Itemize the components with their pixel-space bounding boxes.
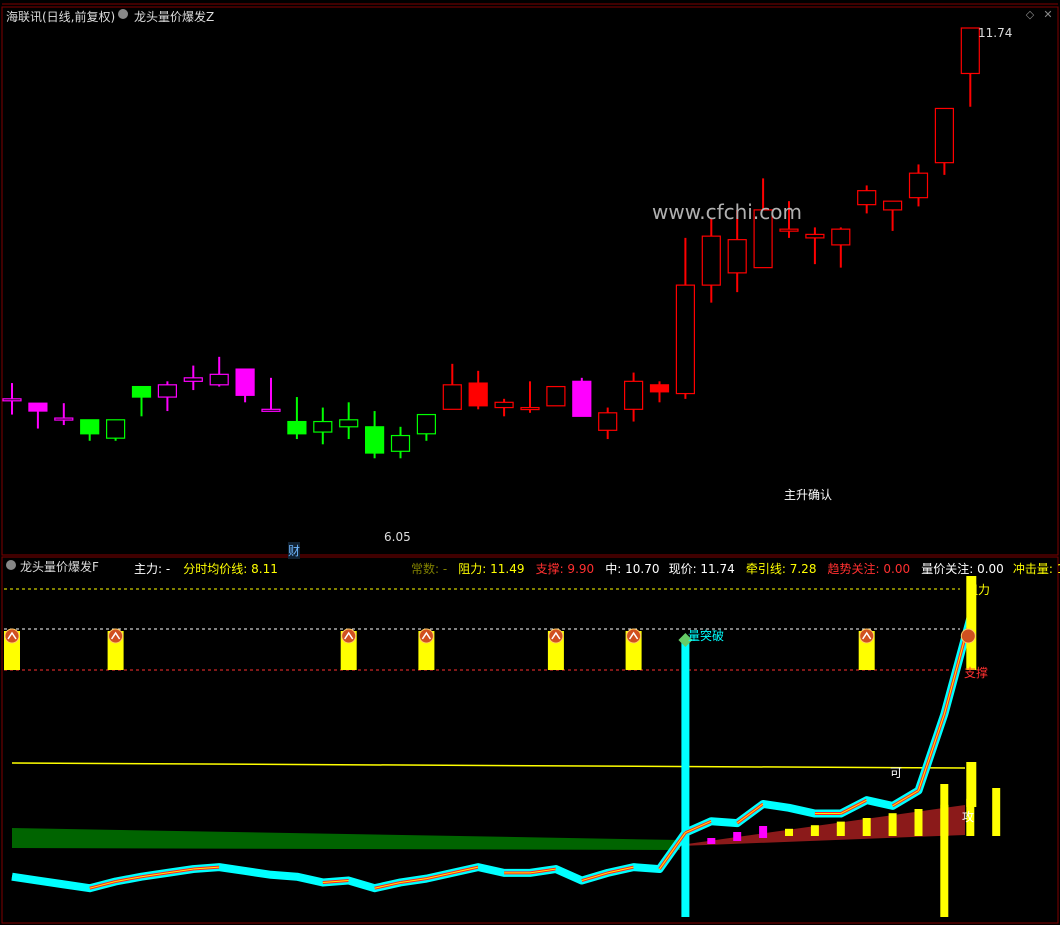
candle-body (882, 200, 903, 211)
candle-body (209, 373, 229, 386)
field-mid: 中: 10.70 (605, 562, 660, 576)
candle-body (960, 27, 980, 75)
indicator-menu-icon[interactable] (118, 9, 128, 19)
resistance-label: 阻力 (966, 583, 991, 597)
close-icon[interactable]: ✕ (1042, 9, 1054, 21)
high-price-label: 11.74 (978, 26, 1013, 40)
candle-body (80, 419, 100, 435)
candle-body (701, 235, 721, 286)
field-current-price: 现价: 11.74 (668, 562, 735, 576)
candle-body (520, 406, 540, 411)
chart-title: 海联讯(日线,前复权) (6, 10, 116, 24)
signal-arrow-icon (418, 628, 434, 644)
field-resistance: 阻力: 11.49 (458, 562, 525, 576)
watermark: www.cfchi.com (652, 200, 802, 224)
field-trend-watch: 趋势关注: 0.00 (827, 562, 911, 576)
candle-body (235, 368, 255, 396)
candle-body (157, 384, 177, 398)
candle-body (727, 239, 747, 274)
candle-body (857, 190, 877, 206)
main-line-core (918, 713, 945, 791)
momentum-square (733, 832, 742, 841)
candle-body (831, 228, 851, 246)
candle-body (572, 380, 592, 417)
end-signal-icon (960, 628, 976, 644)
impact-bar (836, 821, 845, 836)
main-line-core (736, 803, 764, 824)
candle-body (546, 385, 566, 407)
indicator-values-bar: 主力: - 分时均价线: 8.11 常数: - 阻力: 11.49 支撑: 9.… (134, 558, 1060, 576)
indicator-name-top[interactable]: 龙头量价爆发Z (134, 8, 214, 25)
candle-body (54, 417, 74, 421)
candle-body (287, 420, 307, 435)
candle-body (442, 384, 462, 410)
signal-arrow-icon (548, 628, 564, 644)
candle-body (598, 412, 618, 431)
impact-bar (888, 813, 897, 836)
field-traction-line: 牵引线: 7.28 (745, 562, 817, 576)
field-zhuli: 主力: - (134, 562, 171, 576)
candle-body (675, 284, 696, 395)
signal-arrow-icon (4, 628, 20, 644)
field-avg-price: 分时均价线: 8.11 (183, 562, 278, 576)
attack-label: 攻 (962, 810, 975, 824)
breakout-bar (681, 640, 690, 917)
support-label: 支撑 (964, 666, 989, 680)
field-volume-price-watch: 量价关注: 0.00 (921, 562, 1004, 576)
candle-body (623, 380, 644, 410)
prev-impact-bar (940, 784, 949, 917)
candle-body (365, 426, 385, 454)
chart-canvas (1, 3, 1059, 924)
candle-body (105, 419, 126, 439)
candle-body (468, 382, 488, 407)
diamond-icon[interactable]: ◇ (1024, 9, 1036, 21)
impact-bar (862, 818, 871, 836)
signal-arrow-icon (108, 628, 124, 644)
top-panel-frame (1, 6, 1059, 556)
traction-line (11, 762, 966, 769)
candle-body (313, 420, 333, 433)
main-rise-annotation: 主升确认 (784, 488, 833, 502)
signal-arrow-icon (859, 628, 875, 644)
momentum-square (759, 826, 768, 838)
field-impact-volume: 冲击量: 1.00 (1012, 562, 1060, 576)
candle-body (131, 385, 152, 398)
low-price-label: 6.05 (384, 530, 411, 544)
candle-body (805, 233, 825, 239)
candle-body (494, 401, 514, 409)
bottom-panel-frame (1, 556, 1059, 924)
momentum-square (707, 838, 716, 844)
green-band (12, 828, 680, 850)
end-impact-bar-lower (966, 762, 977, 807)
candle-body (261, 408, 281, 412)
impact-bar (785, 828, 793, 836)
signal-arrow-icon (341, 628, 357, 644)
candle-body (339, 419, 359, 428)
finance-marker[interactable]: 财 (288, 542, 301, 559)
candle-body (779, 228, 799, 232)
candle-body (908, 172, 929, 199)
volume-breakout-label: 量突破 (688, 629, 725, 643)
candle-body (934, 107, 955, 164)
candle-body (390, 434, 411, 452)
candle-body (28, 402, 48, 412)
candle-body (649, 384, 670, 393)
field-support: 支撑: 9.90 (535, 562, 595, 576)
candle-body (183, 377, 203, 382)
indicator-menu-icon-bottom[interactable] (6, 560, 16, 570)
impact-bar (810, 825, 819, 836)
impact-bar (992, 788, 1001, 836)
candle-body (2, 398, 22, 402)
candle-body (416, 413, 436, 435)
signal-arrow-icon (626, 628, 642, 644)
main-line-core (840, 799, 867, 814)
indicator-name-bottom[interactable]: 龙头量价爆发F (20, 558, 99, 575)
field-constant: 常数: - (410, 562, 448, 576)
impact-bar (914, 809, 923, 836)
main-line-core (892, 790, 919, 807)
ke-label: 可 (890, 766, 903, 780)
